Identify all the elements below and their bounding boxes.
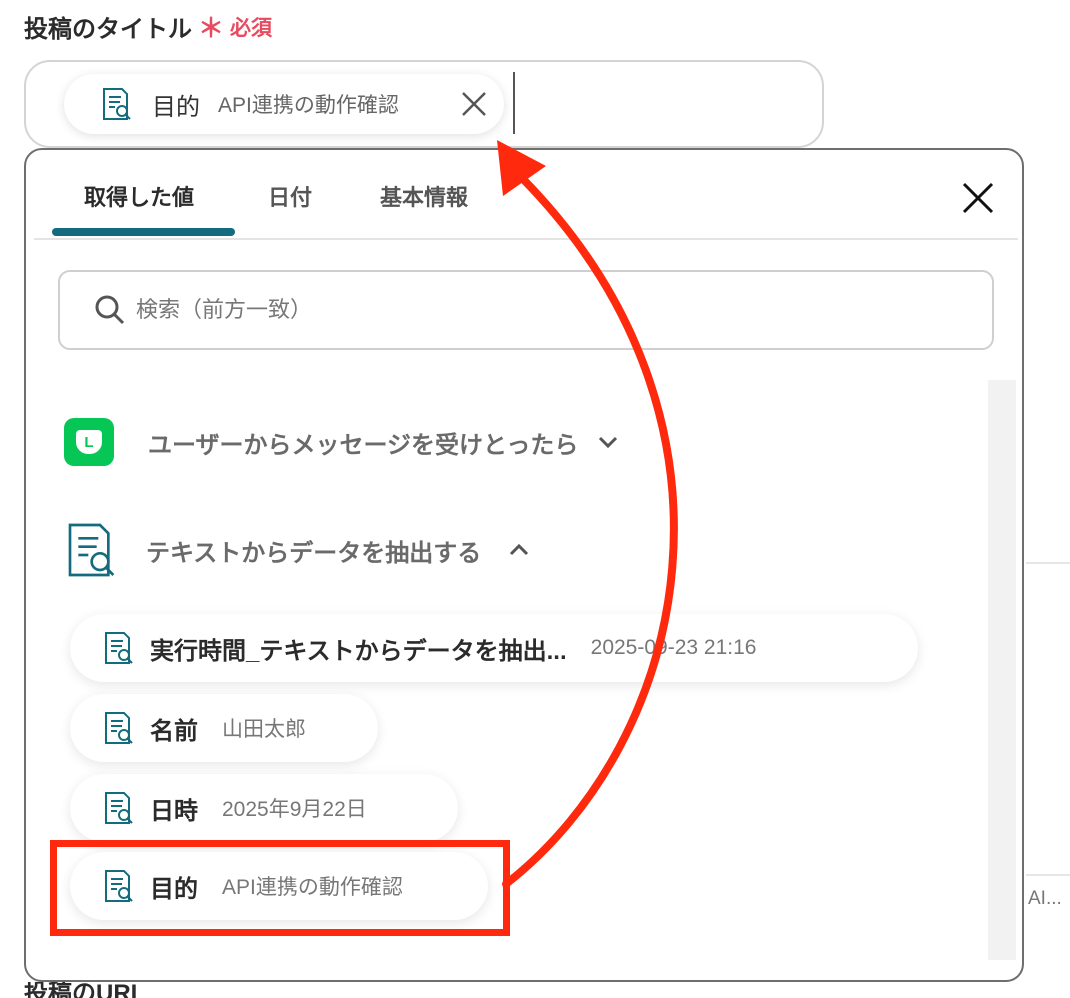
- remove-chip-icon[interactable]: [458, 88, 490, 120]
- chip-value: API連携の動作確認: [218, 94, 399, 117]
- background-truncated-text: AI...: [1028, 888, 1062, 909]
- document-search-icon: [103, 88, 131, 120]
- background-divider: [1026, 874, 1070, 876]
- annotation-highlight-box: [50, 840, 510, 936]
- tab-basic-info[interactable]: 基本情報: [380, 180, 468, 212]
- item-name: 名前: [150, 717, 198, 745]
- chevron-up-icon: [510, 543, 529, 556]
- section-extract-data[interactable]: テキストからデータを抽出する: [60, 520, 533, 580]
- chip-name: 目的: [152, 93, 200, 121]
- list-item[interactable]: 名前 山田太郎: [70, 694, 378, 762]
- field-label-text: 投稿のタイトル: [24, 16, 192, 43]
- tab-acquired-values[interactable]: 取得した値: [84, 180, 194, 212]
- scrollbar[interactable]: [988, 380, 1016, 960]
- item-value: 2025-09-23 21:16: [590, 636, 757, 659]
- close-icon[interactable]: [960, 180, 996, 216]
- chevron-down-icon: [599, 436, 618, 449]
- section-label: テキストからデータを抽出する: [146, 539, 482, 567]
- document-search-icon: [105, 632, 133, 664]
- line-app-icon: L: [64, 418, 114, 466]
- text-caret: [513, 72, 515, 134]
- next-field-label: 投稿のURL: [24, 982, 146, 998]
- list-item[interactable]: 実行時間_テキストからデータを抽出... 2025-09-23 21:16: [70, 614, 918, 682]
- tab-bar: 取得した値 日付 基本情報: [34, 150, 1018, 240]
- document-search-icon: [68, 523, 115, 577]
- search-box: [58, 270, 994, 350]
- section-line-trigger[interactable]: L ユーザーからメッセージを受けとったら: [64, 418, 622, 466]
- required-text: 必須: [230, 16, 273, 40]
- active-tab-indicator: [52, 228, 235, 236]
- tab-date[interactable]: 日付: [268, 180, 312, 212]
- required-star: ＊: [198, 13, 225, 43]
- item-name: 日時: [150, 797, 198, 825]
- field-label: 投稿のタイトル ＊ 必須: [24, 8, 272, 45]
- item-value: 2025年9月22日: [222, 798, 367, 821]
- search-icon: [95, 295, 125, 325]
- item-name: 実行時間_テキストからデータを抽出...: [150, 637, 567, 665]
- line-logo-letter: L: [76, 430, 102, 454]
- background-divider: [1026, 562, 1070, 564]
- item-value: 山田太郎: [222, 718, 306, 741]
- document-search-icon: [105, 712, 133, 744]
- selected-value-chip[interactable]: 目的 API連携の動作確認: [64, 74, 504, 134]
- search-input[interactable]: [136, 297, 836, 323]
- list-item[interactable]: 日時 2025年9月22日: [70, 774, 458, 842]
- document-search-icon: [105, 792, 133, 824]
- section-label: ユーザーからメッセージを受けとったら: [148, 431, 579, 459]
